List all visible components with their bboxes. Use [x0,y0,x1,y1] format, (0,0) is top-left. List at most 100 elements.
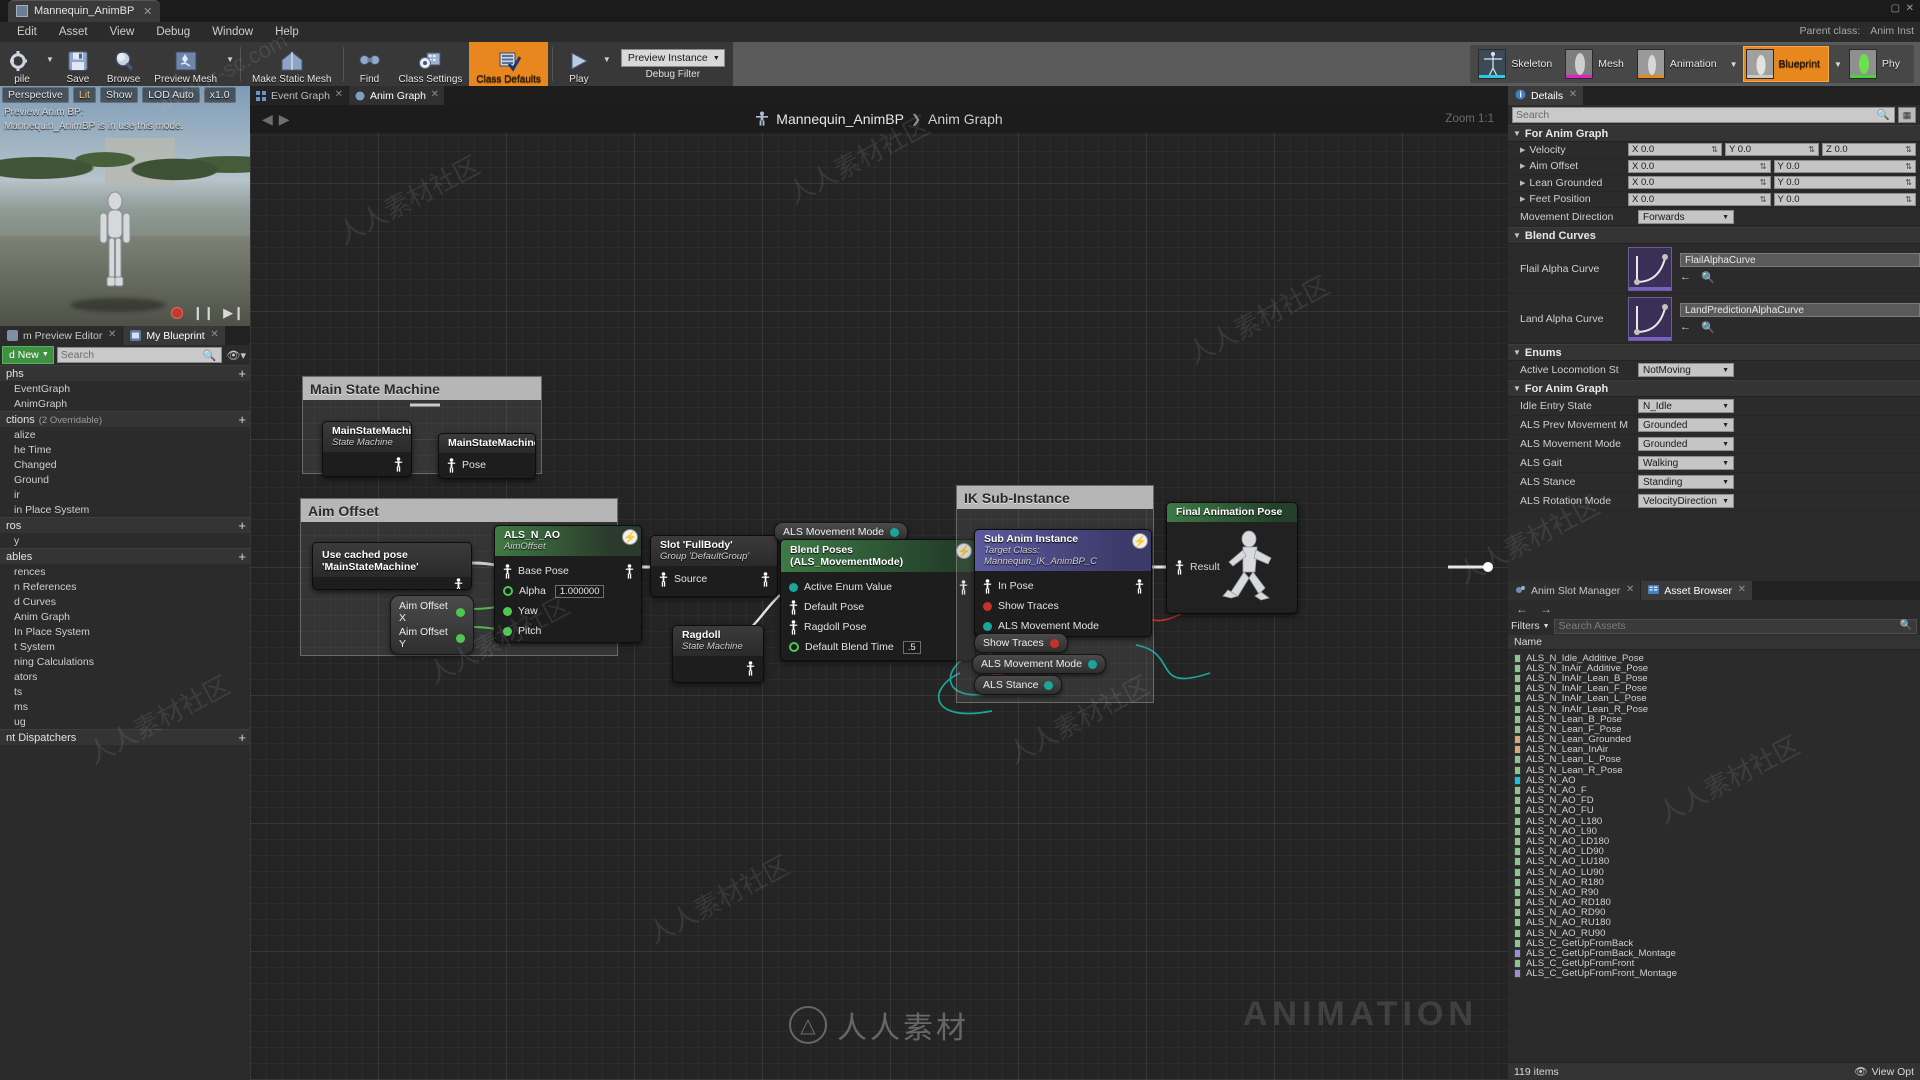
feet-position-y-field[interactable]: Y 0.0 ⇅ [1773,192,1916,206]
pose-pin-out-icon[interactable] [625,563,634,579]
section-graphs[interactable]: phs + [0,365,250,381]
velocity-y-field[interactable]: Y 0.0 ⇅ [1725,143,1819,157]
use-selected-asset-icon[interactable]: ← [1680,321,1691,334]
list-item[interactable]: ALS_N_AO_R90 [1508,887,1920,898]
input-pin-icon[interactable] [503,586,513,596]
list-item[interactable]: ALS_N_InAir_Additive_Pose [1508,663,1920,674]
pin-row-pitch[interactable]: Pitch [495,621,641,641]
output-pin-icon[interactable] [456,633,465,643]
close-icon[interactable]: ✕ [210,329,218,340]
als-stance-combo[interactable]: Standing ▼ [1638,475,1734,489]
tab-anim-preview-editor[interactable]: m Preview Editor ✕ [0,326,123,345]
graph-canvas[interactable]: Main State Machine MainStateMachine Stat… [250,133,1508,1080]
section-functions[interactable]: ctions (2 Overridable) + [0,411,250,427]
close-icon[interactable]: ✕ [1738,584,1746,595]
expand-icon[interactable]: ▶ [1520,179,1525,187]
pin-row-alpha[interactable]: Alpha 1.000000 [495,581,641,601]
list-item[interactable]: ALS_C_GetUpFromBack_Montage [1508,948,1920,959]
list-item[interactable]: in Place System [0,502,250,517]
find-button[interactable]: Find [348,42,392,86]
list-item[interactable]: ning Calculations [0,654,250,669]
viewport-show-button[interactable]: Show [99,86,139,103]
menu-item-window[interactable]: Window [201,24,264,40]
node-blend-poses[interactable]: Blend Poses (ALS_MovementMode) Active En… [780,539,976,661]
list-item[interactable]: ALS_N_AO_R180 [1508,877,1920,888]
list-item[interactable]: ALS_N_Idle_Additive_Pose [1508,653,1920,664]
document-tab[interactable]: Mannequin_AnimBP ✕ [8,0,161,22]
view-options-button[interactable]: 👁 View Opt [1854,1065,1914,1079]
lean-grounded-y-field[interactable]: Y 0.0 ⇅ [1773,176,1916,190]
viewport-speed-button[interactable]: x1.0 [203,86,236,103]
curve-thumbnail[interactable] [1628,246,1672,291]
close-icon[interactable]: ✕ [143,5,152,18]
add-icon[interactable]: + [238,366,246,381]
list-item[interactable]: ALS_N_AO_FD [1508,795,1920,806]
list-item[interactable]: ug [0,714,250,729]
pin-row-show-traces[interactable]: Show Traces [975,596,1151,616]
breadcrumb-root[interactable]: Mannequin_AnimBP [776,111,904,127]
browse-to-asset-icon[interactable]: 🔍 [1701,271,1715,284]
spinner-icon[interactable]: ⇅ [1905,145,1912,154]
output-pin-icon[interactable] [889,527,899,537]
list-item[interactable]: ir [0,487,250,502]
preview-mesh-button[interactable]: Preview Mesh [147,42,224,86]
list-item[interactable]: ALS_N_AO_RD90 [1508,907,1920,918]
pose-pin-out-icon[interactable] [1135,578,1144,594]
list-item[interactable]: ALS_N_AO_FU [1508,805,1920,816]
list-item[interactable]: ALS_N_AO_RU90 [1508,928,1920,939]
tab-asset-browser[interactable]: Asset Browser ✕ [1641,581,1752,600]
record-icon[interactable] [171,307,184,319]
list-item[interactable]: ALS_N_AO_L180 [1508,816,1920,827]
node-state-machine-pose[interactable]: MainStateMachine Pose [438,433,536,479]
list-item[interactable]: In Place System [0,624,250,639]
spinner-icon[interactable]: ⇅ [1760,162,1767,171]
input-pin-icon[interactable] [503,626,512,636]
list-item[interactable]: Anim Graph [0,609,250,624]
mode-button-skeleton[interactable]: Skeleton [1476,47,1560,81]
ragdoll-blend-time-field[interactable]: .5 [905,661,923,662]
compile-dropdown-icon[interactable]: ▼ [46,55,54,74]
node-final-animation-pose[interactable]: Final Animation Pose Result [1166,502,1298,614]
add-icon[interactable]: + [238,412,246,427]
details-view-toggle[interactable]: ▦ [1898,107,1916,123]
lean-grounded-x-field[interactable]: X 0.0 ⇅ [1628,176,1771,190]
land-alpha-curve-asset[interactable]: LandPredictionAlphaCurve [1680,303,1920,317]
pause-icon[interactable]: ❙❙ [192,305,214,321]
list-item[interactable]: ts [0,684,250,699]
list-item[interactable]: ALS_C_GetUpFromBack [1508,938,1920,949]
save-button[interactable]: Save [56,42,100,86]
mode-button-blueprint[interactable]: Blueprint [1742,46,1829,82]
pin-row-ragdoll-pose[interactable]: Ragdoll Pose [781,617,975,637]
list-item[interactable]: ALS_N_AO_L90 [1508,826,1920,837]
spinner-icon[interactable]: ⇅ [1760,178,1767,187]
list-item[interactable]: ALS_N_InAIr_Lean_R_Pose [1508,704,1920,715]
menu-item-help[interactable]: Help [264,24,310,40]
parent-class-value[interactable]: Anim Inst [1870,25,1914,37]
list-item[interactable]: he Time [0,442,250,457]
list-item[interactable]: ALS_N_Lean_B_Pose [1508,714,1920,725]
step-forward-icon[interactable]: ▶❙ [223,305,244,321]
node-aim-offset[interactable]: ALS_N_AO AimOffset Base Pose Alpha 1.000… [494,525,642,643]
section-event-dispatchers[interactable]: nt Dispatchers + [0,729,250,745]
blueprint-mode-dropdown-icon[interactable]: ▼ [1832,60,1844,69]
spinner-icon[interactable]: ⇅ [1905,162,1912,171]
nav-forward-icon[interactable]: → [1540,602,1552,616]
node-use-cached-pose[interactable]: Use cached pose 'MainStateMachine' [312,542,472,590]
menu-item-asset[interactable]: Asset [48,24,99,40]
list-item[interactable]: rences [0,564,250,579]
close-icon[interactable]: ✕ [108,329,116,340]
aim-offset-x-field[interactable]: X 0.0 ⇅ [1628,159,1771,173]
preview-mesh-dropdown-icon[interactable]: ▼ [226,55,234,74]
add-icon[interactable]: + [238,549,246,564]
pin-row-pose[interactable]: Pose [439,455,535,475]
section-macros[interactable]: ros + [0,517,250,533]
tab-details[interactable]: Details ✕ [1508,86,1584,105]
als-rotation-mode-combo[interactable]: VelocityDirection ▼ [1638,494,1734,508]
play-dropdown-icon[interactable]: ▼ [603,55,611,74]
node-var-ik-als-movement-mode[interactable]: ALS Movement Mode [972,654,1106,674]
list-item[interactable]: ALS_N_AO_LD90 [1508,846,1920,857]
make-static-mesh-button[interactable]: Make Static Mesh [245,42,338,86]
input-pin-icon[interactable] [503,606,512,616]
preview-viewport[interactable]: Perspective Lit Show LOD Auto x1.0 Previ… [0,86,250,326]
flail-alpha-curve-asset[interactable]: FlailAlphaCurve [1680,253,1920,267]
